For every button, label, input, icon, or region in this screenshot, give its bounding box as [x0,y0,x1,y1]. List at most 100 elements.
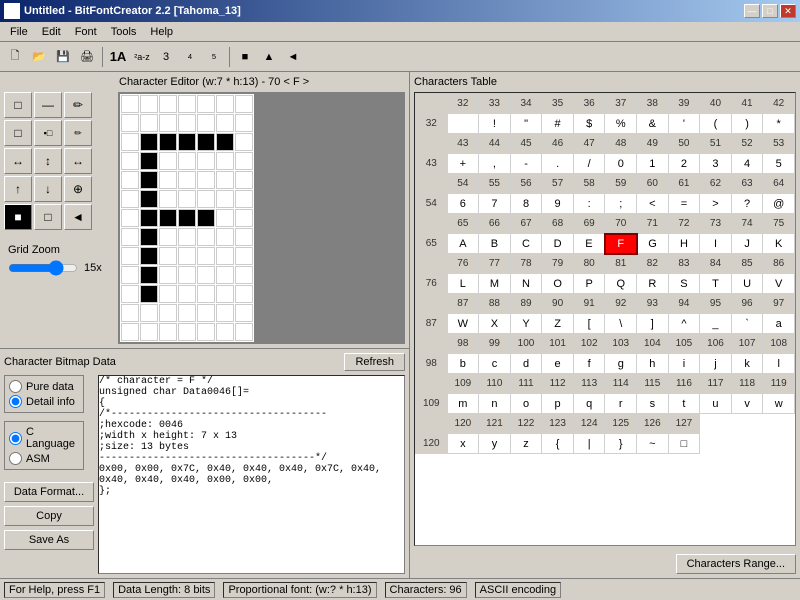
table-row[interactable]: ) [731,114,763,134]
pixel-cell[interactable] [197,304,215,322]
tool-invert[interactable]: ◄ [64,204,92,230]
table-row[interactable]: 5 [763,154,795,174]
tool-flip-h[interactable]: ↔ [4,148,32,174]
pixel-cell[interactable] [197,114,215,132]
pixel-cell[interactable] [159,323,177,341]
table-row[interactable] [447,114,479,134]
pixel-cell[interactable] [235,266,253,284]
pixel-cell[interactable] [235,190,253,208]
table-row[interactable]: n [479,394,511,414]
table-row[interactable]: _ [700,314,732,334]
tool-shift-up[interactable]: ↑ [4,176,32,202]
table-row[interactable]: ? [731,194,763,214]
table-row[interactable]: x [447,434,479,454]
pixel-cell[interactable] [235,285,253,303]
table-row[interactable]: 8 [510,194,542,214]
pixel-cell[interactable] [140,266,158,284]
tool-stretch[interactable]: ↔ [64,148,92,174]
toolbar-rotate[interactable]: ◄ [282,46,304,68]
table-row[interactable]: 0 [605,154,637,174]
pixel-cell[interactable] [197,171,215,189]
table-row[interactable]: 7 [479,194,511,214]
tool-fill-white[interactable]: □ [34,204,62,230]
table-row[interactable]: | [573,434,605,454]
save-as-button[interactable]: Save As [4,530,94,550]
pixel-cell[interactable] [159,304,177,322]
table-row[interactable]: v [731,394,763,414]
table-row[interactable]: j [700,354,732,374]
pixel-cell[interactable] [159,247,177,265]
pixel-cell[interactable] [197,247,215,265]
pixel-cell[interactable] [197,95,215,113]
table-row[interactable]: r [605,394,637,414]
table-row[interactable]: w [763,394,795,414]
table-row[interactable]: d [510,354,542,374]
table-row[interactable]: I [700,234,732,254]
table-row[interactable]: m [447,394,479,414]
pixel-cell[interactable] [159,114,177,132]
pixel-cell[interactable] [197,266,215,284]
chars-range-button[interactable]: Characters Range... [676,554,796,574]
pixel-cell[interactable] [140,304,158,322]
menu-file[interactable]: File [4,25,34,39]
table-row[interactable]: ' [668,114,700,134]
table-row[interactable]: * [763,114,795,134]
tool-select-rect[interactable]: □ [4,92,32,118]
pixel-cell[interactable] [235,133,253,151]
table-row[interactable]: 1 [637,154,669,174]
table-row[interactable]: ] [637,314,669,334]
pixel-cell[interactable] [140,95,158,113]
pixel-cell[interactable] [178,266,196,284]
pixel-cell[interactable] [197,209,215,227]
table-row[interactable]: J [731,234,763,254]
table-row[interactable]: , [479,154,511,174]
pixel-cell[interactable] [178,114,196,132]
pixel-cell[interactable] [216,190,234,208]
pixel-cell[interactable] [178,304,196,322]
data-format-button[interactable]: Data Format... [4,482,94,502]
pixel-cell[interactable] [121,190,139,208]
table-row[interactable]: T [700,274,732,294]
menu-tools[interactable]: Tools [105,25,143,39]
pixel-cell[interactable] [140,285,158,303]
table-row[interactable]: y [479,434,511,454]
minimize-button[interactable]: — [744,4,760,18]
pixel-cell[interactable] [121,304,139,322]
table-row[interactable]: O [542,274,574,294]
table-row[interactable]: & [637,114,669,134]
table-row[interactable]: { [542,434,574,454]
tool-pencil[interactable]: ✏ [64,92,92,118]
pixel-cell[interactable] [159,285,177,303]
table-row[interactable]: g [605,354,637,374]
table-row[interactable]: % [605,114,637,134]
table-row[interactable]: h [637,354,669,374]
pixel-cell[interactable] [216,323,234,341]
pixel-cell[interactable] [216,247,234,265]
table-row[interactable]: k [731,354,763,374]
pixel-cell[interactable] [121,133,139,151]
pixel-cell[interactable] [235,209,253,227]
pixel-cell[interactable] [178,190,196,208]
table-row[interactable]: e [542,354,574,374]
pixel-cell[interactable] [235,171,253,189]
table-row[interactable]: W [447,314,479,334]
table-row[interactable]: G [637,234,669,254]
table-row[interactable]: t [668,394,700,414]
tool-rect[interactable]: □ [4,120,32,146]
pixel-cell[interactable] [216,95,234,113]
pixel-cell[interactable] [121,228,139,246]
table-row[interactable]: o [510,394,542,414]
pixel-cell[interactable] [197,133,215,151]
pixel-cell[interactable] [178,247,196,265]
pixel-cell[interactable] [121,171,139,189]
copy-button[interactable]: Copy [4,506,94,526]
table-row[interactable]: - [510,154,542,174]
table-row[interactable]: U [731,274,763,294]
pixel-cell[interactable] [178,228,196,246]
table-row[interactable]: ! [479,114,511,134]
toolbar-az[interactable]: ²a-z [131,46,153,68]
table-row[interactable]: Z [542,314,574,334]
table-row[interactable]: $ [573,114,605,134]
pixel-cell[interactable] [197,152,215,170]
toolbar-flip[interactable]: ▲ [258,46,280,68]
